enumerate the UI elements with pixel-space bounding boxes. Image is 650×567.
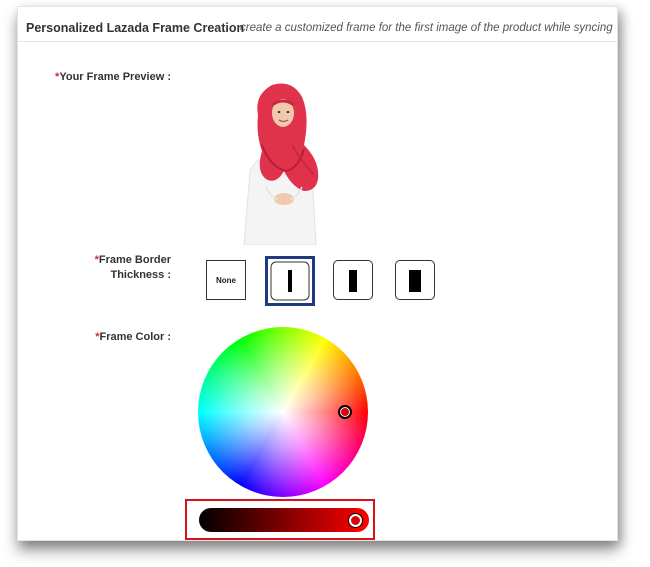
brightness-slider-handle[interactable] bbox=[349, 514, 362, 527]
panel-title: Personalized Lazada Frame Creation bbox=[26, 21, 245, 35]
frame-preview-image bbox=[232, 75, 324, 245]
model-photo bbox=[243, 83, 319, 245]
thickness-option-thick[interactable] bbox=[395, 260, 435, 300]
panel-header: Personalized Lazada Frame Creation creat… bbox=[18, 7, 617, 42]
thick-frame-icon bbox=[409, 270, 421, 292]
thin-frame-icon bbox=[270, 261, 310, 301]
medium-frame-icon bbox=[349, 270, 357, 292]
thickness-option-thin-selected[interactable] bbox=[265, 256, 315, 306]
frame-color-label: *Frame Color : bbox=[95, 331, 171, 343]
brightness-slider[interactable] bbox=[199, 508, 369, 532]
frame-thickness-label: *Frame Border Thickness : bbox=[94, 254, 171, 281]
thickness-option-none[interactable]: None bbox=[206, 260, 246, 300]
color-wheel-handle[interactable] bbox=[338, 405, 352, 419]
panel-subtitle: create a customized frame for the first … bbox=[240, 22, 613, 34]
frame-creation-panel: Personalized Lazada Frame Creation creat… bbox=[17, 6, 618, 541]
thickness-option-medium[interactable] bbox=[333, 260, 373, 300]
frame-preview-label: *Your Frame Preview : bbox=[55, 71, 171, 83]
thickness-option-none-label: None bbox=[216, 275, 236, 285]
